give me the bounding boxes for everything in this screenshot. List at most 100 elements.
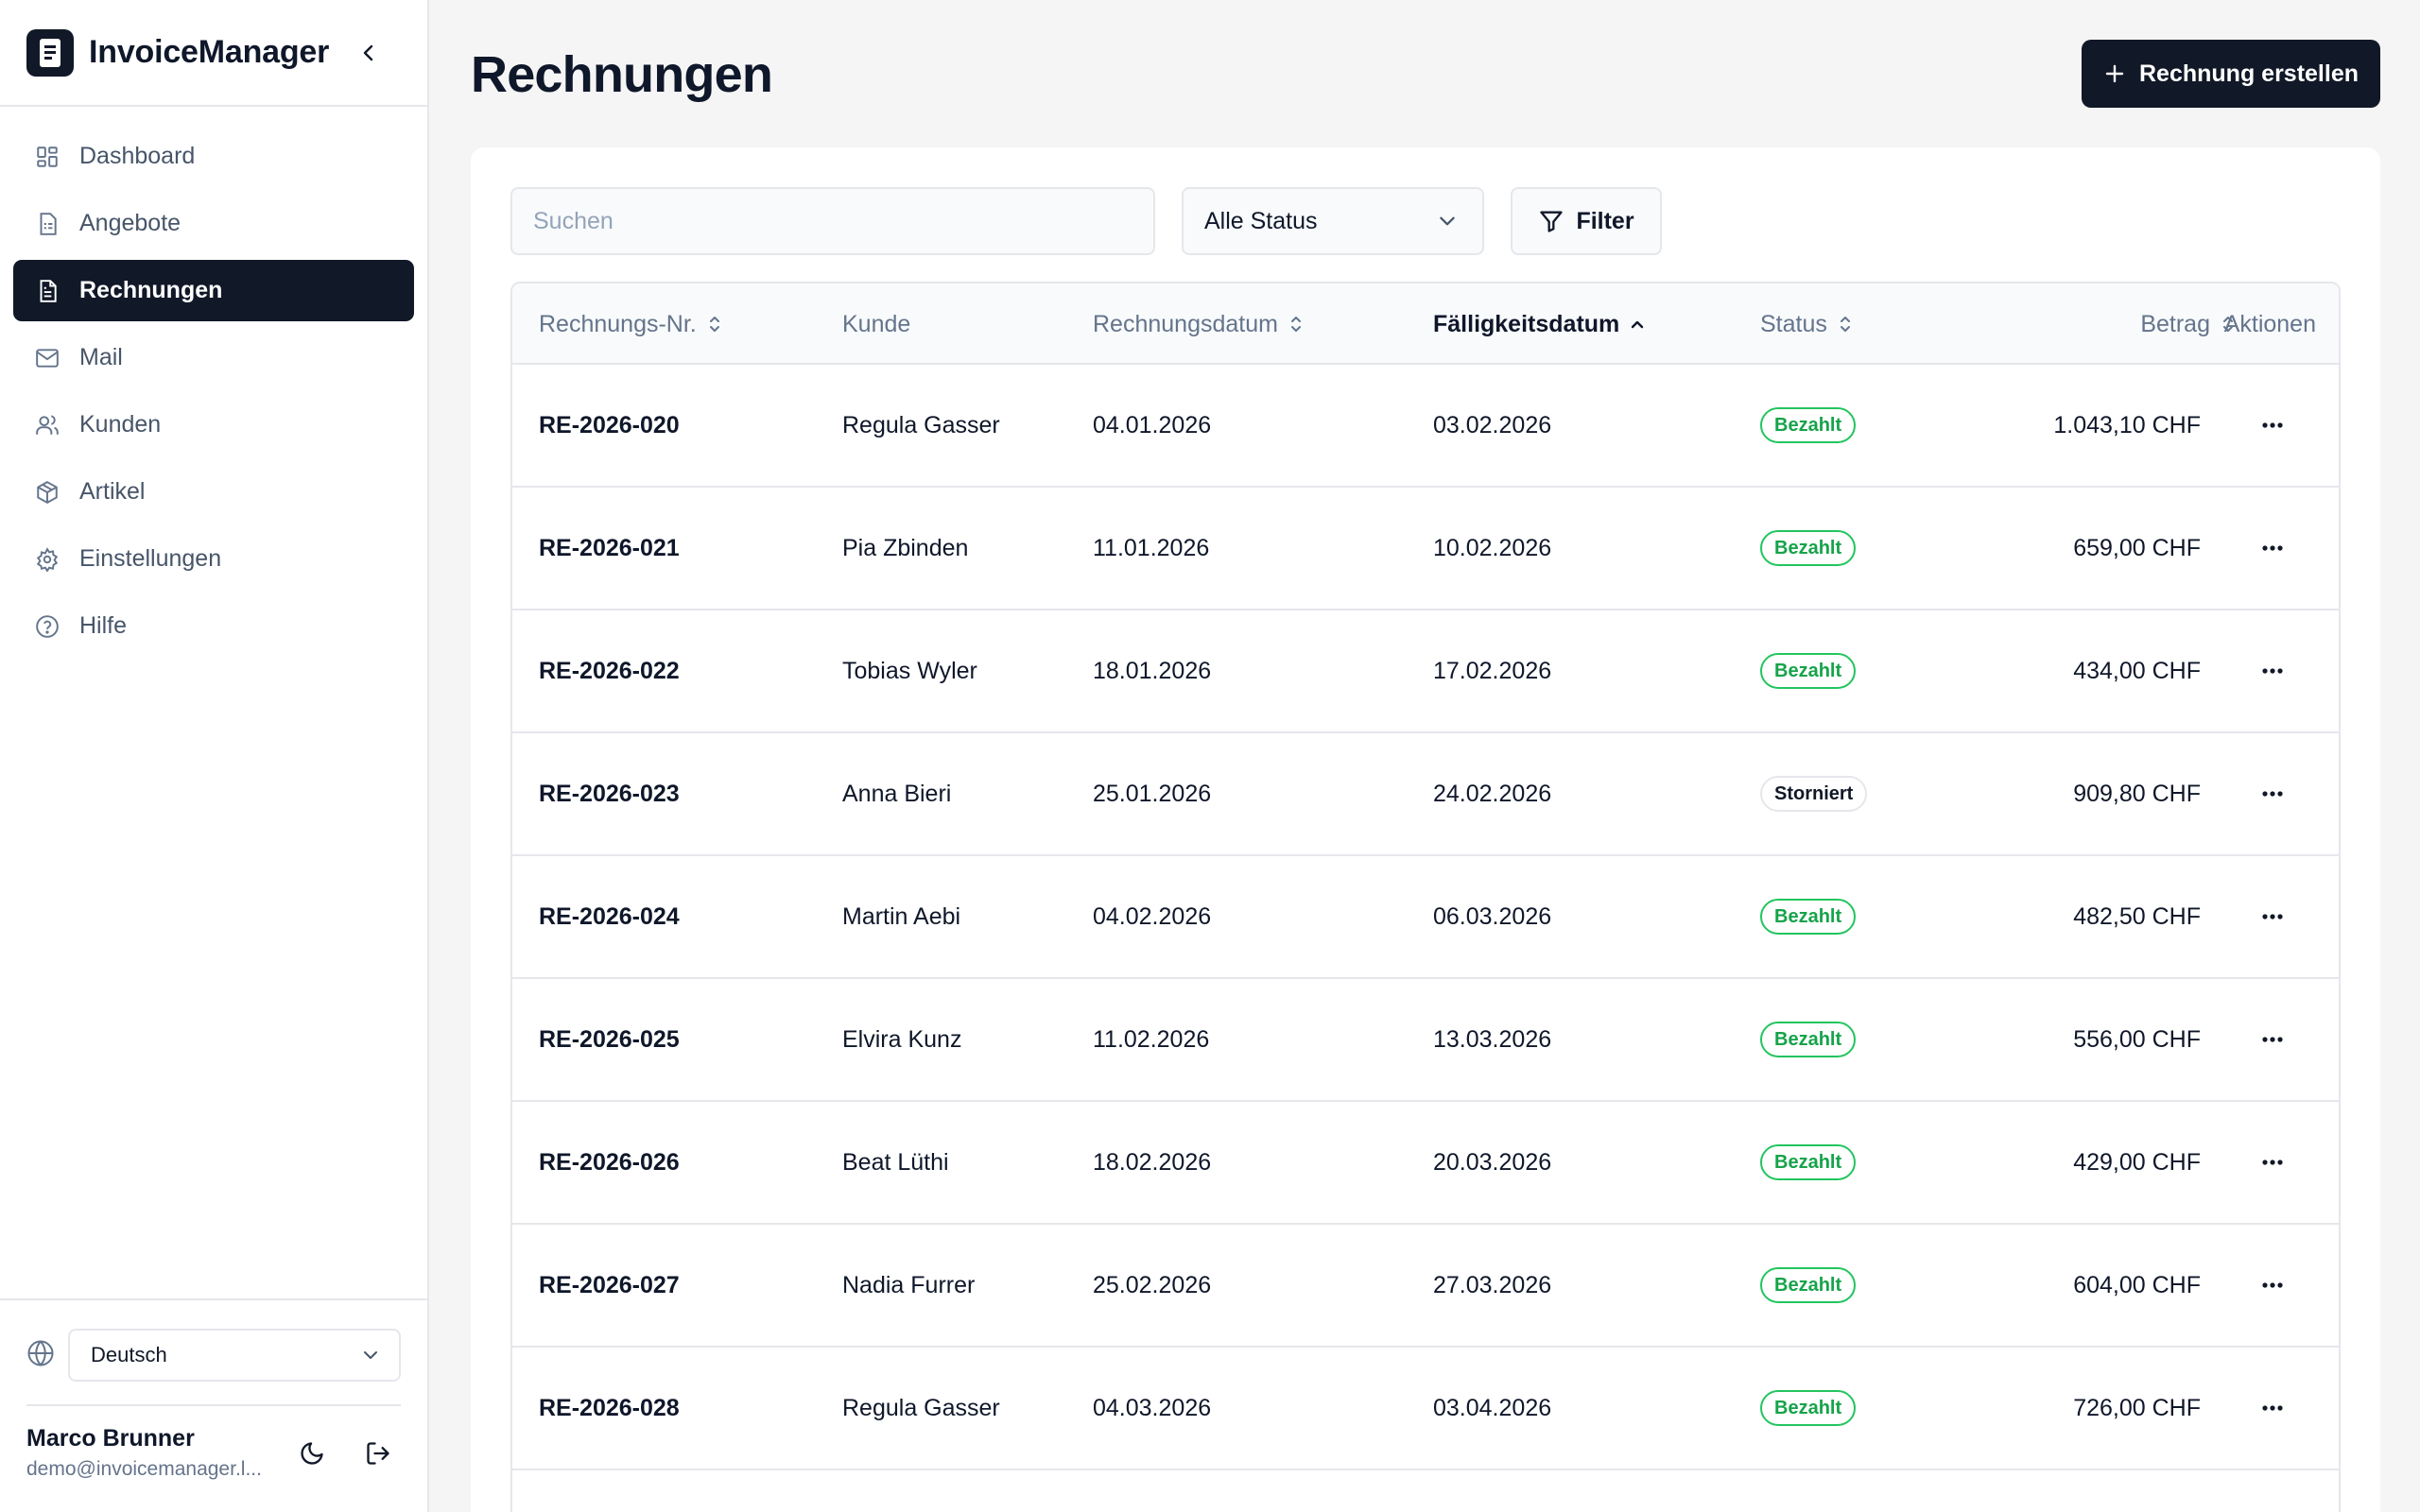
- invoice-number[interactable]: RE-2026-021: [539, 488, 680, 609]
- invoice-date: 18.02.2026: [1093, 1148, 1212, 1176]
- more-horizontal-icon: [2262, 1160, 2283, 1165]
- sort-icon: [1837, 314, 1854, 335]
- status-cell: Bezahlt: [1760, 979, 1857, 1100]
- search-input[interactable]: [510, 187, 1155, 255]
- filter-button[interactable]: Filter: [1511, 187, 1662, 255]
- row-actions-button[interactable]: [2254, 1021, 2291, 1058]
- language-select[interactable]: Deutsch: [68, 1329, 401, 1382]
- amount: 726,00 CHF: [2073, 1394, 2201, 1421]
- chevron-down-icon: [1440, 216, 1455, 226]
- column-header-aktionen: Aktionen: [2214, 284, 2316, 365]
- amount: 659,00 CHF: [2073, 534, 2201, 561]
- sidebar-item-label: Mail: [79, 344, 123, 370]
- brand: InvoiceManager: [0, 0, 427, 107]
- language-row: Deutsch: [26, 1329, 401, 1382]
- plus-icon: [2103, 62, 2126, 85]
- amount: 429,00 CHF: [2073, 1148, 2201, 1176]
- table-row[interactable]: RE-2026-028 Regula Gasser 04.03.2026 03.…: [512, 1348, 2339, 1470]
- theme-toggle-button[interactable]: [289, 1431, 335, 1476]
- customer-name: Regula Gasser: [842, 411, 1000, 438]
- invoice-number[interactable]: RE-2026-023: [539, 733, 680, 854]
- table-row[interactable]: RE-2026-022 Tobias Wyler 18.01.2026 17.0…: [512, 610, 2339, 733]
- sidebar-item-angebote[interactable]: Angebote: [13, 193, 414, 254]
- invoice-date: 18.01.2026: [1093, 657, 1212, 684]
- invoices-table: Rechnungs-Nr. Kunde Rechnungsdatum Fälli…: [510, 282, 2341, 1512]
- sidebar-item-artikel[interactable]: Artikel: [13, 461, 414, 523]
- divider: [26, 1404, 401, 1406]
- row-actions-button[interactable]: [2254, 529, 2291, 567]
- globe-icon: [26, 1339, 55, 1372]
- row-actions-button[interactable]: [2254, 775, 2291, 813]
- table-row[interactable]: RE-2026-027 Nadia Furrer 25.02.2026 27.0…: [512, 1225, 2339, 1348]
- invoice-number[interactable]: RE-2026-026: [539, 1102, 680, 1223]
- sidebar-item-rechnungen[interactable]: Rechnungen: [13, 260, 414, 321]
- sort-icon: [706, 314, 723, 335]
- column-header-nr[interactable]: Rechnungs-Nr.: [539, 284, 723, 365]
- invoice-number[interactable]: RE-2026-020: [539, 365, 680, 486]
- column-label: Kunde: [842, 310, 911, 337]
- receipt-icon: [26, 28, 74, 77]
- invoice-number[interactable]: RE-2026-027: [539, 1225, 680, 1346]
- logout-button[interactable]: [355, 1431, 401, 1476]
- amount: 1.043,10 CHF: [2053, 411, 2201, 438]
- due-date: 17.02.2026: [1433, 657, 1552, 684]
- status-filter-select[interactable]: Alle Status: [1182, 187, 1484, 255]
- filter-label: Filter: [1576, 207, 1634, 234]
- invoice-date: 04.03.2026: [1093, 1394, 1212, 1421]
- sidebar-item-kunden[interactable]: Kunden: [13, 394, 414, 455]
- invoice-number[interactable]: RE-2026-028: [539, 1348, 680, 1469]
- invoice-date: 25.01.2026: [1093, 780, 1212, 807]
- column-header-betrag[interactable]: Betrag: [2059, 284, 2237, 365]
- row-actions-button[interactable]: [2254, 1266, 2291, 1304]
- table-row[interactable]: RE-2026-021 Pia Zbinden 11.01.2026 10.02…: [512, 488, 2339, 610]
- status-cell: Bezahlt: [1760, 856, 1857, 977]
- sidebar-item-hilfe[interactable]: Hilfe: [13, 595, 414, 657]
- table-row[interactable]: RE-2026-025 Elvira Kunz 11.02.2026 13.03…: [512, 979, 2339, 1102]
- invoice-number[interactable]: RE-2026-025: [539, 979, 680, 1100]
- customer-name: Tobias Wyler: [842, 657, 977, 684]
- row-actions-button[interactable]: [2254, 652, 2291, 690]
- column-label: Betrag: [2140, 310, 2210, 337]
- invoice-date: 11.01.2026: [1093, 534, 1210, 561]
- sidebar-item-einstellungen[interactable]: Einstellungen: [13, 528, 414, 590]
- sidebar-item-mail[interactable]: Mail: [13, 327, 414, 388]
- row-actions-button[interactable]: [2254, 898, 2291, 936]
- column-label: Fälligkeitsdatum: [1433, 310, 1620, 337]
- status-cell: Bezahlt: [1760, 1102, 1857, 1223]
- customer-name: Beat Lüthi: [842, 1148, 949, 1176]
- table-row[interactable]: RE-2026-023 Anna Bieri 25.01.2026 24.02.…: [512, 733, 2339, 856]
- sidebar: InvoiceManager Dashboard Angebote Rechnu…: [0, 0, 429, 1512]
- table-row[interactable]: RE-2026-020 Regula Gasser 04.01.2026 03.…: [512, 365, 2339, 488]
- gear-icon: [34, 546, 60, 573]
- invoice-number[interactable]: RE-2026-022: [539, 610, 680, 731]
- user-info: Marco Brunner demo@invoicemanager.l...: [26, 1425, 268, 1481]
- collapse-sidebar-button[interactable]: [352, 36, 386, 70]
- create-invoice-button[interactable]: Rechnung erstellen: [2082, 40, 2380, 108]
- table-row[interactable]: RE-2026-026 Beat Lüthi 18.02.2026 20.03.…: [512, 1102, 2339, 1225]
- row-actions-button[interactable]: [2254, 1389, 2291, 1427]
- status-badge: Storniert: [1760, 776, 1868, 812]
- column-header-status[interactable]: Status: [1760, 284, 1854, 365]
- mail-icon: [34, 345, 60, 371]
- status-cell: Bezahlt: [1760, 488, 1857, 609]
- table-row[interactable]: RE-2026-024 Martin Aebi 04.02.2026 06.03…: [512, 856, 2339, 979]
- row-actions-button[interactable]: [2254, 406, 2291, 444]
- amount: 482,50 CHF: [2073, 902, 2201, 930]
- chevron-down-icon: [364, 1351, 377, 1359]
- sidebar-item-dashboard[interactable]: Dashboard: [13, 126, 414, 187]
- moon-icon: [301, 1441, 323, 1465]
- status-badge: Bezahlt: [1760, 1267, 1857, 1303]
- column-header-faelligkeitsdatum[interactable]: Fälligkeitsdatum: [1433, 284, 1646, 365]
- column-header-kunde[interactable]: Kunde: [842, 284, 910, 365]
- column-header-rechnungsdatum[interactable]: Rechnungsdatum: [1093, 284, 1305, 365]
- customer-name: Elvira Kunz: [842, 1025, 962, 1053]
- status-cell: Bezahlt: [1760, 365, 1857, 486]
- help-circle-icon: [34, 613, 60, 640]
- invoice-number[interactable]: RE-2026-024: [539, 856, 680, 977]
- due-date: 03.02.2026: [1433, 411, 1552, 438]
- status-badge: Bezahlt: [1760, 1144, 1857, 1180]
- status-badge: Bezahlt: [1760, 899, 1857, 935]
- customer-name: Martin Aebi: [842, 902, 961, 930]
- row-actions-button[interactable]: [2254, 1143, 2291, 1181]
- sidebar-item-label: Dashboard: [79, 143, 196, 169]
